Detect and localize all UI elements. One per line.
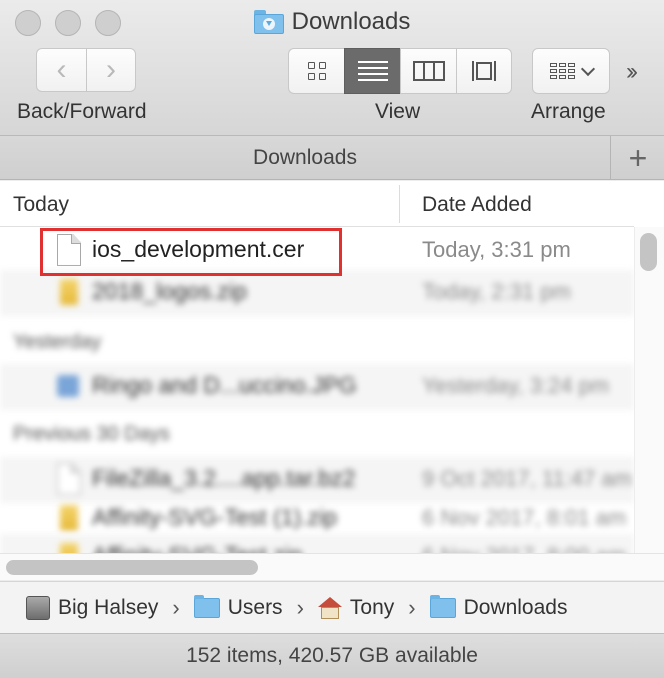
file-date: 6 Nov 2017, 8:01 am: [422, 505, 627, 530]
file-name: Affinity-SVG-Test.zip: [92, 542, 302, 553]
view-mode-group: [288, 48, 512, 94]
zip-icon: [57, 276, 81, 308]
folder-icon: [193, 594, 220, 618]
file-date: Yesterday, 3:24 pm: [422, 373, 610, 398]
list-view-icon: [357, 61, 388, 81]
path-item-label: Big Halsey: [58, 595, 159, 619]
path-item-users[interactable]: Users: [193, 594, 283, 620]
file-name: FileZilla_3.2....app.tar.bz2: [92, 465, 356, 491]
column-view-icon: [412, 61, 445, 81]
table-row[interactable]: Ringo and D...uccino.JPG Yesterday, 3:24…: [0, 364, 634, 410]
back-button[interactable]: ‹: [36, 48, 86, 92]
file-date: Today, 2:31 pm: [422, 279, 571, 304]
path-item-downloads[interactable]: Downloads: [429, 594, 568, 620]
column-header-date-added[interactable]: Date Added: [422, 193, 532, 217]
horizontal-scrollbar[interactable]: [0, 553, 664, 580]
file-date: Today, 3:31 pm: [422, 237, 571, 262]
path-item-label: Downloads: [463, 595, 568, 619]
home-icon: [317, 596, 342, 619]
path-item-disk[interactable]: Big Halsey: [26, 595, 159, 620]
highlight-annotation: [40, 228, 342, 276]
vertical-scroll-thumb[interactable]: [640, 233, 657, 271]
back-forward-group: ‹ ›: [36, 48, 136, 92]
column-divider[interactable]: [399, 185, 400, 223]
downloads-folder-icon: [429, 594, 456, 618]
path-item-home[interactable]: Tony: [317, 595, 395, 620]
file-name: Affinity-SVG-Test (1).zip: [92, 504, 337, 530]
path-bar: Big Halsey › Users › Tony › Downloads: [0, 581, 664, 633]
file-date: 6 Nov 2017, 8:00 am: [422, 543, 626, 553]
tab-downloads[interactable]: Downloads: [0, 136, 611, 180]
chevron-right-icon: ›: [172, 594, 180, 620]
arrange-button[interactable]: [532, 48, 610, 94]
chevron-right-icon: ›: [408, 594, 416, 620]
arrange-label: Arrange: [531, 100, 606, 123]
chevron-right-icon: ›: [296, 594, 304, 620]
table-row[interactable]: Affinity-SVG-Test.zip 6 Nov 2017, 8:00 a…: [0, 534, 634, 553]
status-bar: 152 items, 420.57 GB available: [0, 633, 664, 678]
file-date: 9 Oct 2017, 11:47 am: [422, 466, 632, 491]
archive-icon: [57, 463, 81, 495]
chevron-left-icon: ‹: [56, 53, 67, 86]
file-name: 2018_logos.zip: [92, 278, 247, 304]
arrange-grid-icon: [549, 63, 575, 79]
window-title: Downloads: [0, 8, 664, 36]
icon-view-button[interactable]: [288, 48, 344, 94]
hard-drive-icon: [26, 595, 50, 620]
vertical-scrollbar[interactable]: [634, 227, 664, 553]
section-header-previous-30-days: Previous 30 Days: [13, 423, 170, 445]
back-forward-label: Back/Forward: [17, 100, 147, 123]
cover-flow-button[interactable]: [456, 48, 512, 94]
list-view-button[interactable]: [344, 48, 400, 94]
toolbar: Downloads ‹ › Back/Forward View Arrange …: [0, 0, 664, 136]
section-header-yesterday: Yesterday: [13, 331, 102, 353]
chevron-down-icon: [580, 61, 595, 76]
downloads-folder-icon: [253, 10, 284, 34]
path-item-label: Tony: [349, 595, 395, 619]
window-title-text: Downloads: [291, 8, 411, 35]
tab-bar: Downloads +: [0, 136, 664, 180]
icon-view-icon: [307, 62, 326, 80]
chevron-right-icon: ›: [106, 53, 116, 86]
column-header: Today Date Added: [0, 181, 634, 227]
zip-icon: [57, 540, 81, 553]
column-view-button[interactable]: [400, 48, 456, 94]
horizontal-scroll-thumb[interactable]: [6, 560, 258, 575]
zip-icon: [57, 502, 81, 534]
column-header-name[interactable]: Today: [13, 193, 69, 217]
file-name: Ringo and D...uccino.JPG: [92, 372, 357, 398]
view-label: View: [375, 100, 421, 123]
path-item-label: Users: [227, 595, 283, 619]
new-tab-button[interactable]: +: [612, 136, 664, 180]
forward-button[interactable]: ›: [86, 48, 136, 92]
image-icon: [57, 370, 81, 402]
table-row[interactable]: 2018_logos.zip Today, 2:31 pm: [0, 270, 634, 316]
toolbar-overflow-icon[interactable]: ››: [626, 58, 638, 86]
status-text: 152 items, 420.57 GB available: [186, 644, 478, 667]
cover-flow-icon: [472, 61, 496, 81]
